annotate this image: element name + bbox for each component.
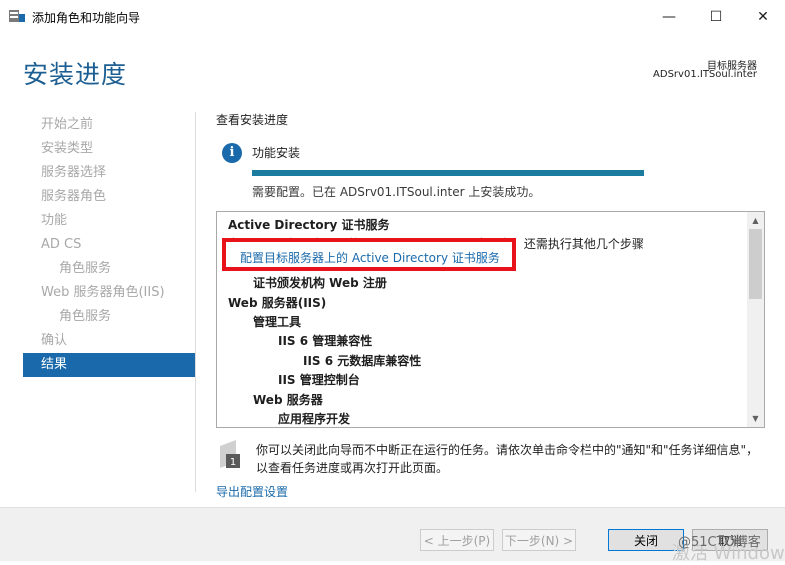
minimize-button[interactable]: —	[646, 0, 692, 33]
nav-item[interactable]: AD CS	[23, 233, 195, 257]
page-title: 安装进度	[23, 60, 128, 89]
destination-server-name: ADSrv01.ITSoul.inter	[653, 69, 757, 80]
feature-install-label: 功能安装	[252, 146, 301, 160]
install-progress-bar	[252, 170, 644, 176]
progress-fill	[252, 170, 644, 176]
result-item: 管理工具	[253, 315, 302, 329]
scroll-up-icon[interactable]: ▲	[747, 212, 764, 229]
task-note-icon: 1	[220, 440, 240, 468]
content-heading: 查看安装进度	[216, 113, 289, 127]
info-icon: i	[222, 143, 242, 163]
install-status-text: 需要配置。已在 ADSrv01.ITSoul.inter 上安装成功。	[252, 185, 541, 199]
nav-item[interactable]: Web 服务器角色(IIS)	[23, 281, 195, 305]
nav-item[interactable]: 功能	[23, 209, 195, 233]
scroll-down-icon[interactable]: ▼	[747, 410, 764, 427]
minimize-icon: —	[662, 8, 676, 25]
wizard-nav: 开始之前 安装类型 服务器选择 服务器角色 功能 AD CS 角色服务 Web 服务器角色(I…	[23, 113, 195, 377]
result-item: IIS 管理控制台	[278, 373, 360, 388]
nav-item[interactable]: 服务器角色	[23, 185, 195, 209]
blog-watermark: @51CTO博客	[678, 535, 761, 550]
previous-button[interactable]: < 上一步(P)	[420, 529, 494, 551]
wizard-footer: < 上一步(P) 下一步(N) > 关闭 取消	[0, 507, 785, 561]
result-item: Web 服务器	[253, 392, 323, 407]
nav-divider	[195, 112, 196, 492]
scroll-thumb[interactable]	[749, 229, 762, 299]
result-item: IIS 6 管理兼容性	[278, 334, 373, 349]
maximize-icon: ☐	[709, 8, 723, 25]
result-item: Active Directory 证书服务	[228, 218, 390, 232]
svg-text:1: 1	[230, 457, 236, 468]
results-scrollbar[interactable]: ▲ ▼	[747, 212, 764, 427]
export-config-link[interactable]: 导出配置设置	[216, 483, 288, 500]
window-title: 添加角色和功能向导	[32, 11, 141, 25]
highlight-box: 配置目标服务器上的 Active Directory 证书服务	[222, 238, 516, 271]
result-item: 证书颁发机构 Web 注册	[253, 276, 387, 291]
nav-item[interactable]: 角色服务	[23, 257, 195, 281]
result-item: IIS 6 元数据库兼容性	[303, 353, 422, 368]
maximize-button[interactable]: ☐	[693, 0, 739, 33]
close-icon: ✕	[757, 8, 769, 25]
result-item: Web 服务器(IIS)	[228, 295, 327, 310]
nav-item[interactable]: 结果	[23, 353, 195, 377]
next-button[interactable]: 下一步(N) >	[502, 529, 576, 551]
nav-item[interactable]: 开始之前	[23, 113, 195, 137]
close-window-button[interactable]: ✕	[740, 0, 785, 33]
result-item: 应用程序开发	[278, 412, 351, 426]
server-manager-icon	[9, 10, 25, 22]
nav-item[interactable]: 安装类型	[23, 137, 195, 161]
nav-item[interactable]: 服务器选择	[23, 161, 195, 185]
nav-item[interactable]: 确认	[23, 329, 195, 353]
close-wizard-note: 你可以关闭此向导而不中断正在运行的任务。请依次单击命令栏中的"通知"和"任务详细…	[256, 443, 759, 475]
title-bar: 添加角色和功能向导 — ☐ ✕	[0, 0, 785, 33]
nav-item[interactable]: 角色服务	[23, 305, 195, 329]
configure-adcs-link[interactable]: 配置目标服务器上的 Active Directory 证书服务	[240, 249, 500, 266]
page-header: 安装进度 目标服务器 ADSrv01.ITSoul.inter	[0, 33, 785, 101]
